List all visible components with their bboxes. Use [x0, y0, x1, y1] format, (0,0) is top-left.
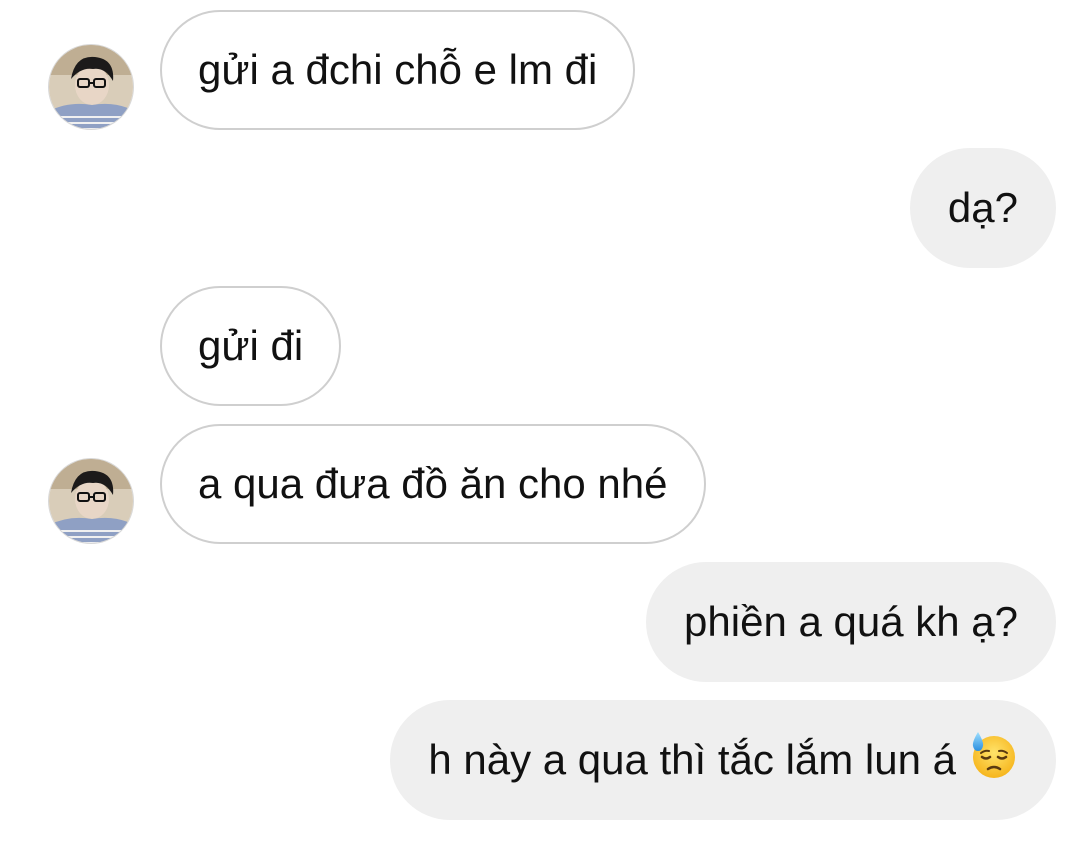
message-bubble-outgoing[interactable]: phiền a quá kh ạ? — [646, 562, 1056, 682]
message-text: gửi đi — [198, 322, 304, 369]
message-bubble-incoming[interactable]: a qua đưa đồ ăn cho nhé — [160, 424, 706, 544]
message-bubble-outgoing[interactable]: h này a qua thì tắc lắm lun á — [390, 700, 1056, 820]
message-text: h này a qua thì tắc lắm lun á — [428, 736, 956, 783]
chat-thread: gửi a đchi chỗ e lm đi dạ? gửi đi a qua … — [0, 0, 1080, 844]
avatar[interactable] — [48, 44, 134, 130]
message-bubble-incoming[interactable]: gửi đi — [160, 286, 342, 406]
message-bubble-incoming[interactable]: gửi a đchi chỗ e lm đi — [160, 10, 636, 130]
message-text: phiền a quá kh ạ? — [684, 598, 1018, 645]
message-text: gửi a đchi chỗ e lm đi — [198, 46, 598, 93]
message-text: a qua đưa đồ ăn cho nhé — [198, 460, 668, 507]
avatar[interactable] — [48, 458, 134, 544]
message-bubble-outgoing[interactable]: dạ? — [909, 148, 1056, 268]
downcast-face-with-sweat-icon — [968, 730, 1018, 790]
message-text: dạ? — [947, 184, 1018, 231]
